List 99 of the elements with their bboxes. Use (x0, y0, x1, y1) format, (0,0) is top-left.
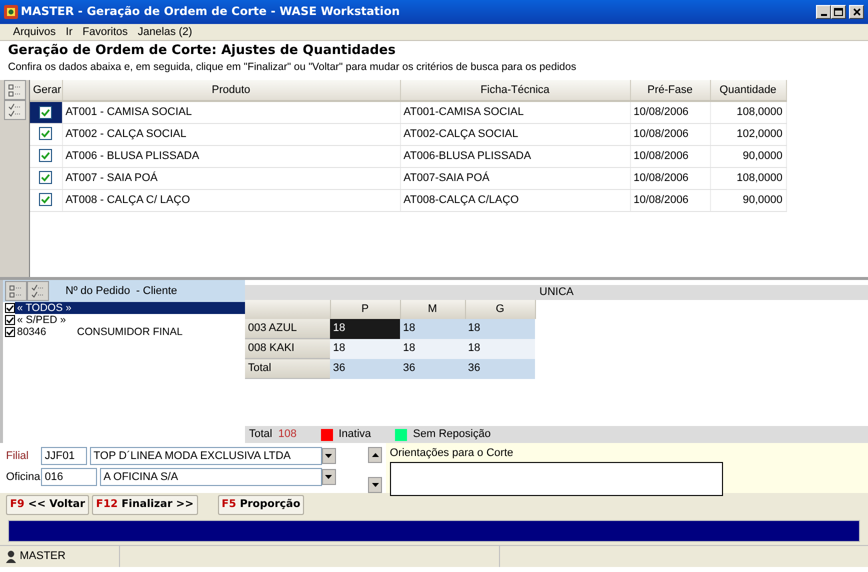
code-field[interactable]: 016 (40, 468, 97, 486)
column-header: M (400, 300, 465, 318)
table-cell: 10/08/2006 (630, 123, 710, 145)
table-cell[interactable]: 18 (330, 338, 400, 358)
table-cell: AT007 - SAIA POÁ (62, 167, 400, 189)
table-cell[interactable]: 18 (400, 338, 465, 358)
status-user: MASTER (20, 549, 66, 564)
caret-icon (372, 483, 378, 487)
app-icon (4, 5, 18, 19)
order-item[interactable]: « S/PED » (17, 314, 66, 326)
page-heading: Geração de Ordem de Corte: Ajustes de Quantidades (8, 42, 397, 60)
table-cell: AT008-CALÇA C/LAÇO (400, 189, 630, 211)
field-label: Oficina (6, 470, 38, 484)
notes-field[interactable] (390, 462, 723, 496)
total-label: Total (249, 427, 272, 442)
maximize-icon (834, 8, 844, 16)
field-label: Filial (6, 448, 30, 464)
checkbox[interactable] (5, 327, 15, 337)
table-cell: AT001-CAMISA SOCIAL (400, 101, 630, 123)
table-cell: 90,0000 (710, 189, 786, 211)
window-title: MASTER - Geração de Ordem de Corte - WASE Workstation (20, 3, 401, 20)
column-header[interactable]: Pré-Fase (630, 80, 710, 101)
check-all-button[interactable] (27, 281, 49, 301)
checkbox[interactable] (39, 127, 52, 140)
column-header: Nº do Pedido - Cliente (66, 284, 178, 299)
table-cell[interactable]: 18 (465, 338, 535, 358)
table-cell: 10/08/2006 (630, 167, 710, 189)
table-cell: AT008 - CALÇA C/ LAÇO (62, 189, 400, 211)
checkbox[interactable] (39, 171, 52, 184)
legend-label: Inativa (338, 427, 372, 442)
list-icon (9, 284, 23, 298)
row-header: 008 KAKI (245, 338, 330, 358)
caret-icon (325, 474, 332, 479)
scroll-up-button[interactable] (368, 447, 382, 463)
select-all-button[interactable] (5, 281, 27, 301)
select-all-button[interactable] (4, 80, 26, 100)
dropdown-button[interactable] (322, 448, 336, 464)
order-item[interactable]: 80346 (17, 326, 77, 338)
column-header[interactable]: Ficha-Técnica (400, 80, 630, 101)
table-cell[interactable]: 36 (330, 358, 400, 378)
table-cell: AT002-CALÇA SOCIAL (400, 123, 630, 145)
checklist-icon (31, 284, 45, 298)
table-cell: 10/08/2006 (630, 145, 710, 167)
column-header[interactable]: Gerar (30, 80, 62, 101)
row-header: 003 AZUL (245, 318, 330, 338)
name-field[interactable]: A OFICINA S/A (100, 468, 322, 486)
menu-item[interactable]: Favoritos (78, 24, 133, 40)
function-key-button[interactable]: F5 Proporção (218, 495, 304, 515)
column-header[interactable]: Quantidade (710, 80, 786, 101)
table-cell: 10/08/2006 (630, 101, 710, 123)
instructions-text: Confira os dados abaixa e, em seguida, clique em "Finalizar" ou "Voltar" para mudar os critérios de busca para os pedidos (8, 60, 578, 74)
table-cell: 102,0000 (710, 123, 786, 145)
dropdown-button[interactable] (322, 468, 336, 485)
table-cell: AT001 - CAMISA SOCIAL (62, 101, 400, 123)
maximize-button[interactable] (831, 5, 846, 19)
function-key-button[interactable]: F9 << Voltar (6, 495, 90, 515)
notes-label: Orientações para o Corte (390, 446, 514, 461)
minimize-button[interactable] (816, 5, 832, 19)
grid-title: UNICA (245, 285, 868, 300)
check-all-button[interactable] (4, 100, 26, 120)
table-cell[interactable]: 36 (465, 358, 535, 378)
table-cell: 90,0000 (710, 145, 786, 167)
scroll-down-button[interactable] (368, 477, 382, 493)
table-cell: 108,0000 (710, 101, 786, 123)
table-cell[interactable]: 18 (330, 318, 400, 338)
user-icon (5, 550, 17, 563)
function-key-button[interactable]: F12 Finalizar >> (92, 495, 198, 515)
menu-item[interactable]: Ir (60, 24, 78, 40)
client-name: CONSUMIDOR FINAL (77, 326, 183, 338)
caret-icon (325, 454, 332, 458)
checkbox[interactable] (5, 315, 15, 325)
name-field[interactable]: TOP D´LINEA MODA EXCLUSIVA LTDA (90, 447, 322, 465)
table-cell: AT002 - CALÇA SOCIAL (62, 123, 400, 145)
table-cell[interactable]: 18 (400, 318, 465, 338)
column-header: G (465, 300, 535, 318)
table-cell[interactable]: 36 (400, 358, 465, 378)
checkbox[interactable] (39, 193, 52, 206)
column-header[interactable]: Produto (62, 80, 400, 101)
table-cell: 10/08/2006 (630, 189, 710, 211)
table-cell: AT007-SAIA POÁ (400, 167, 630, 189)
row-header: Total (245, 358, 330, 378)
checkbox[interactable] (39, 106, 52, 119)
table-cell[interactable]: 18 (465, 318, 535, 338)
legend-label: Sem Reposição (413, 427, 491, 442)
table-cell: AT006 - BLUSA PLISSADA (62, 145, 400, 167)
checkbox[interactable] (5, 303, 15, 313)
total-value: 108 (278, 427, 297, 442)
code-field[interactable]: JJF01 (40, 447, 87, 465)
menu-item[interactable]: Arquivos (8, 24, 61, 40)
table-cell: AT006-BLUSA PLISSADA (400, 145, 630, 167)
close-button[interactable] (849, 5, 864, 19)
close-icon (852, 8, 860, 16)
column-header: P (330, 300, 400, 318)
table-cell: 108,0000 (710, 167, 786, 189)
list-icon (8, 83, 22, 97)
caret-icon (372, 453, 378, 457)
menu-item[interactable]: Janelas (2) (132, 24, 198, 40)
checklist-icon (8, 103, 22, 117)
checkbox[interactable] (39, 149, 52, 162)
